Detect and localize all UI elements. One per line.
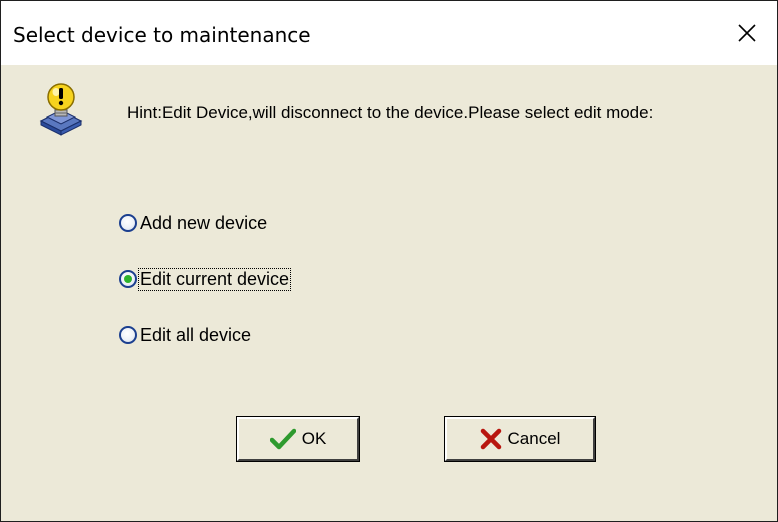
radio-add-new-device[interactable]: Add new device <box>119 209 268 237</box>
close-button[interactable] <box>717 1 777 65</box>
dialog-window: Select device to maintenance Hint:Edit D… <box>0 0 778 522</box>
title-bar[interactable]: Select device to maintenance <box>1 1 777 65</box>
x-icon <box>480 428 502 450</box>
radio-selected-dot <box>124 275 132 283</box>
radio-button[interactable] <box>119 214 137 232</box>
radio-label: Edit all device <box>140 324 252 345</box>
radio-edit-all-device[interactable]: Edit all device <box>119 321 252 349</box>
radio-edit-current-device[interactable]: Edit current device <box>119 265 292 293</box>
radio-label: Add new device <box>140 212 268 233</box>
checkmark-icon <box>269 428 296 450</box>
radio-button[interactable] <box>119 270 137 288</box>
radio-button[interactable] <box>119 326 137 344</box>
cancel-label: Cancel <box>507 429 561 448</box>
radio-label: Edit current device <box>137 267 292 291</box>
hint-text: Hint:Edit Device,will disconnect to the … <box>127 103 654 122</box>
window-title: Select device to maintenance <box>13 23 311 47</box>
close-icon <box>738 24 756 42</box>
lightbulb-warning-icon <box>37 81 85 146</box>
cancel-button[interactable]: Cancel <box>445 417 595 461</box>
dialog-content: Hint:Edit Device,will disconnect to the … <box>1 65 777 521</box>
ok-button[interactable]: OK <box>237 417 359 461</box>
ok-label: OK <box>301 429 327 448</box>
